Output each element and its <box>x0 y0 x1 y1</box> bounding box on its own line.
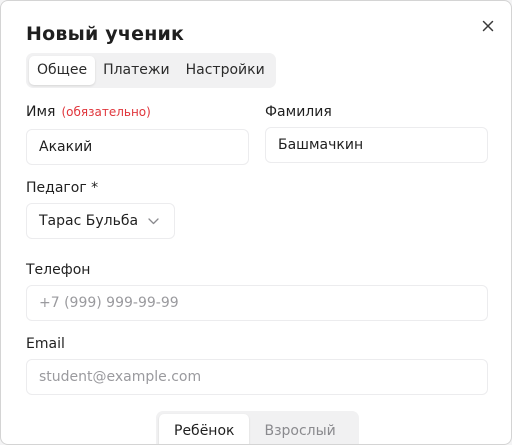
last-name-label: Фамилия <box>265 104 332 120</box>
email-label: Email <box>26 336 65 352</box>
chevron-down-icon <box>148 217 159 224</box>
new-student-dialog: Новый ученик Общее Платежи Настройки Имя… <box>0 0 512 445</box>
tab-general[interactable]: Общее <box>29 56 96 85</box>
dialog-title: Новый ученик <box>26 23 185 45</box>
required-hint: (обязательно) <box>61 105 151 119</box>
first-name-label: Имя (обязательно) <box>26 104 151 120</box>
teacher-select-value: Тарас Бульба <box>39 213 139 229</box>
last-name-input[interactable]: Башмачкин <box>265 127 488 163</box>
student-type-adult[interactable]: Взрослый <box>249 414 350 444</box>
teacher-select[interactable]: Тарас Бульба <box>26 203 175 239</box>
tab-bar: Общее Платежи Настройки <box>26 53 276 88</box>
tab-payments[interactable]: Платежи <box>95 56 178 85</box>
student-type-child[interactable]: Ребёнок <box>159 414 250 444</box>
phone-label: Телефон <box>26 262 91 278</box>
close-icon <box>482 20 494 32</box>
email-input[interactable]: student@example.com <box>26 359 488 395</box>
teacher-label: Педагог * <box>26 180 99 196</box>
tab-settings[interactable]: Настройки <box>178 56 273 85</box>
first-name-input[interactable]: Акакий <box>26 129 249 165</box>
first-name-label-text: Имя <box>26 104 56 120</box>
close-button[interactable] <box>479 17 497 35</box>
student-type-toggle: Ребёнок Взрослый <box>156 411 359 444</box>
phone-input[interactable]: +7 (999) 999-99-99 <box>26 285 488 321</box>
